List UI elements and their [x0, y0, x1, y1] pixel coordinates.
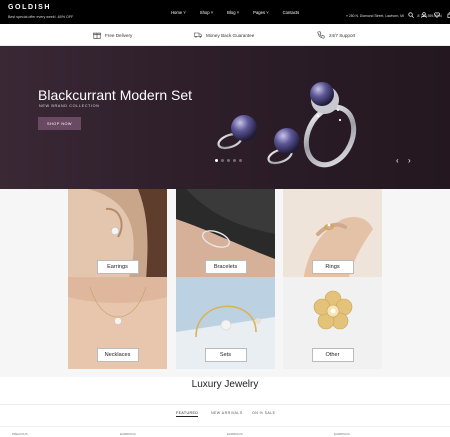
- category-label: Other: [311, 348, 354, 362]
- category-earrings[interactable]: Earrings: [68, 189, 167, 281]
- main-nav: Home ˅ Shop ˅ Blog ˅ Pages ˅ Contacts: [171, 10, 299, 15]
- category-grid: Earrings Bracelets Rings Necklaces Sets …: [0, 189, 450, 377]
- location-icon: ⌖: [346, 14, 348, 18]
- store-phone[interactable]: ✆ 738-559-9994: [417, 14, 442, 18]
- feature-label: Money Back Guarantee: [206, 32, 255, 38]
- carousel-dot[interactable]: [239, 159, 242, 162]
- carousel-dot[interactable]: [215, 159, 218, 162]
- category-sets[interactable]: Sets: [176, 277, 275, 369]
- gift-icon: [93, 32, 101, 39]
- feature-money-back: Money Back Guarantee: [194, 31, 254, 39]
- product-row-preview: PRECIOUS EARRINGS EARRINGS EARRINGS: [0, 426, 450, 437]
- category-label: Sets: [204, 348, 247, 362]
- feature-free-delivery: Free Delivery: [93, 31, 132, 39]
- site-logo[interactable]: GOLDISH: [8, 4, 51, 11]
- truck-icon: [194, 32, 202, 38]
- category-rings[interactable]: Rings: [283, 189, 382, 281]
- nav-home[interactable]: Home ˅: [171, 10, 186, 15]
- carousel-dot[interactable]: [233, 159, 236, 162]
- carousel-prev-button[interactable]: ‹: [396, 156, 399, 165]
- nav-pages[interactable]: Pages ˅: [253, 10, 268, 15]
- product-category-label: EARRINGS: [227, 432, 243, 436]
- header-icons: [408, 5, 450, 19]
- nav-shop[interactable]: Shop ˅: [200, 10, 213, 15]
- carousel-next-button[interactable]: ›: [408, 156, 411, 165]
- phone-icon: [317, 31, 325, 39]
- product-category-label: PRECIOUS: [12, 432, 28, 436]
- hero-jewelry-image: [217, 82, 357, 168]
- product-category-label: EARRINGS: [334, 432, 350, 436]
- hero-subtitle: NEW BRAND COLLECTION: [39, 104, 100, 108]
- shop-now-button[interactable]: SHOP NOW: [38, 117, 81, 130]
- features-bar: Free Delivery Money Back Guarantee 24/7 …: [0, 24, 450, 46]
- section-title: Luxury Jewelry: [191, 379, 259, 390]
- carousel-dots: [215, 159, 242, 162]
- feature-label: 24/7 Support: [329, 32, 356, 38]
- feature-support: 24/7 Support: [317, 31, 355, 39]
- tab-on-sale[interactable]: ON % SALE: [252, 411, 275, 415]
- phone-text: 738-559-9994: [420, 14, 442, 18]
- tab-featured[interactable]: FEATURED: [176, 411, 199, 417]
- address-text: 280 N. Diamond Street, Lawhorn, MI: [348, 14, 404, 18]
- top-header: GOLDISH Best special offer every week! -…: [0, 0, 450, 24]
- category-other[interactable]: Other: [283, 277, 382, 369]
- promo-text: Best special offer every week! -60% OFF: [8, 15, 74, 19]
- category-label: Bracelets: [204, 260, 247, 274]
- phone-small-icon: ✆: [417, 14, 420, 18]
- category-label: Necklaces: [96, 348, 139, 362]
- category-bracelets[interactable]: Bracelets: [176, 189, 275, 281]
- nav-contacts[interactable]: Contacts: [283, 10, 300, 15]
- heart-icon[interactable]: [434, 5, 440, 18]
- category-label: Rings: [311, 260, 354, 274]
- search-icon[interactable]: [408, 5, 414, 18]
- tab-new-arrivals[interactable]: NEW ARRIVALS: [211, 411, 243, 415]
- nav-blog[interactable]: Blog ˅: [227, 10, 239, 15]
- product-category-label: EARRINGS: [120, 432, 136, 436]
- carousel-dot[interactable]: [221, 159, 224, 162]
- hero-banner: Blackcurrant Modern Set NEW BRAND COLLEC…: [0, 46, 450, 189]
- product-tabs: FEATURED NEW ARRIVALS ON % SALE: [0, 404, 450, 426]
- store-address: ⌖ 280 N. Diamond Street, Lawhorn, MI: [346, 14, 404, 18]
- feature-label: Free Delivery: [105, 32, 133, 38]
- carousel-dot[interactable]: [227, 159, 230, 162]
- user-icon[interactable]: [421, 5, 427, 18]
- category-necklaces[interactable]: Necklaces: [68, 277, 167, 369]
- hero-title: Blackcurrant Modern Set: [38, 87, 193, 103]
- category-label: Earrings: [96, 260, 139, 274]
